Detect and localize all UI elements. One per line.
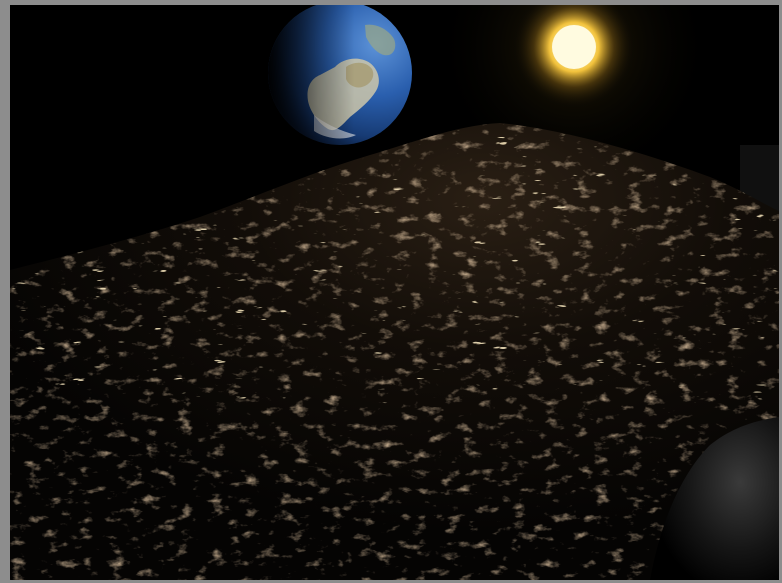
scene-canvas <box>10 5 779 580</box>
render-viewport[interactable] <box>10 5 779 580</box>
earth-icon <box>268 5 412 145</box>
window-frame <box>0 0 782 583</box>
